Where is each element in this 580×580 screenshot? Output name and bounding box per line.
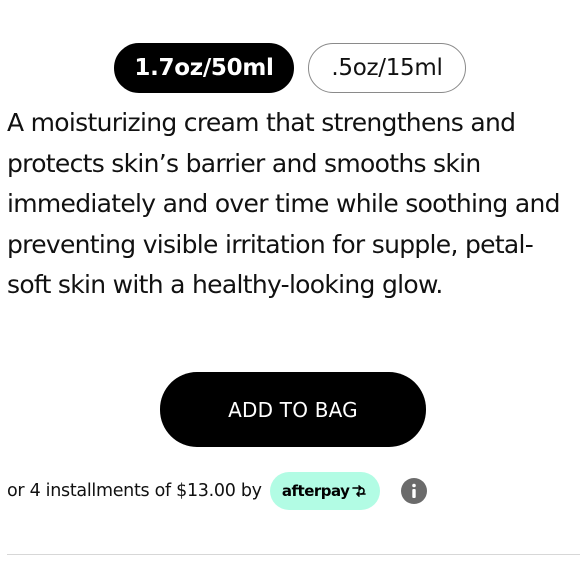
afterpay-badge[interactable]: afterpay (269, 472, 380, 510)
section-divider (7, 554, 580, 555)
installments-row: or 4 installments of $13.00 by afterpay (7, 472, 427, 510)
afterpay-wordmark: afterpay (281, 482, 350, 500)
installments-text: or 4 installments of $13.00 by (7, 481, 262, 501)
size-selector: 1.7oz/50ml .5oz/15ml (0, 43, 580, 93)
size-option-50ml[interactable]: 1.7oz/50ml (114, 43, 294, 93)
product-description: A moisturizing cream that strengthens an… (7, 108, 560, 299)
size-option-15ml[interactable]: .5oz/15ml (308, 43, 466, 93)
add-to-bag-button[interactable]: ADD TO BAG (160, 372, 426, 447)
afterpay-arrows-icon (351, 485, 367, 497)
info-icon[interactable] (400, 478, 427, 504)
